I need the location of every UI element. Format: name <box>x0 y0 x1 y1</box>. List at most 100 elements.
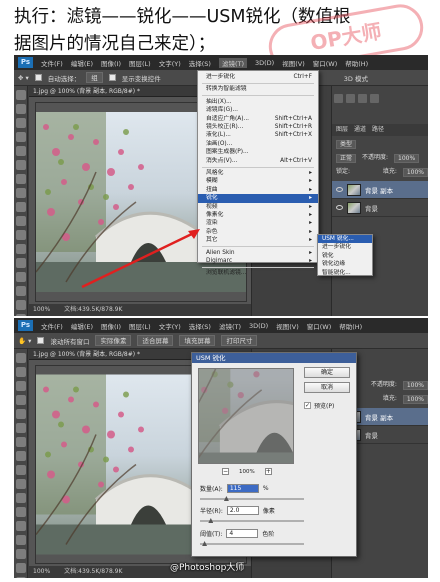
slider-knob[interactable] <box>202 541 208 546</box>
zoom-level[interactable]: 100% <box>33 566 50 578</box>
filter-menu-item[interactable]: 杂色 ▸ <box>198 228 318 236</box>
tool-icon[interactable] <box>15 451 26 461</box>
tool-icon[interactable] <box>15 423 26 433</box>
panel-icon[interactable] <box>334 94 343 103</box>
filter-menu-item[interactable]: 液化(L)... Shift+Ctrl+X <box>198 131 318 139</box>
filter-menu-item[interactable]: 浏览联机滤镜... <box>198 269 318 277</box>
tool-icon[interactable] <box>15 314 26 316</box>
panel-icon[interactable] <box>358 94 367 103</box>
radius-slider[interactable] <box>200 518 304 523</box>
tool-icon[interactable] <box>15 535 26 545</box>
tool-icon[interactable] <box>15 160 26 170</box>
zoom-level[interactable]: 100% <box>33 304 50 316</box>
filter-menu-item[interactable]: 镜头校正(R)... Shift+Ctrl+R <box>198 123 318 131</box>
sharpen-submenu-item[interactable]: 锐化 <box>318 252 372 260</box>
tool-icon[interactable] <box>15 216 26 226</box>
filter-menu-item[interactable]: 滤镜库(G)... <box>198 106 318 114</box>
filter-menu-item[interactable]: Digimarc ▸ <box>198 257 318 265</box>
filter-menu-item[interactable]: 锐化 ▸ <box>198 194 318 203</box>
tab-paths[interactable]: 路径 <box>372 124 384 136</box>
opacity-input[interactable]: 100% <box>402 380 428 390</box>
tool-icon[interactable] <box>15 244 26 254</box>
menu-item[interactable]: 选择(S) <box>189 58 211 68</box>
menu-item[interactable]: 视图(V) <box>276 321 299 331</box>
tool-icon[interactable] <box>15 174 26 184</box>
tool-icon[interactable] <box>15 507 26 517</box>
tool-icon[interactable] <box>15 188 26 198</box>
tool-icon[interactable] <box>15 479 26 489</box>
sharpen-submenu-item[interactable]: 智能锐化... <box>318 269 372 277</box>
dialog-title[interactable]: USM 锐化 <box>192 353 356 363</box>
sharpen-submenu-item[interactable]: 进一步锐化 <box>318 243 372 251</box>
filter-menu-item[interactable]: 其它 ▸ <box>198 236 318 244</box>
filter-menu-item[interactable]: Alien Skin ▸ <box>198 249 318 257</box>
tab-channels[interactable]: 通道 <box>354 124 366 136</box>
filter-menu-item[interactable]: 扭曲 ▸ <box>198 186 318 194</box>
menu-item[interactable]: 编辑(E) <box>71 321 93 331</box>
fill-input[interactable]: 100% <box>402 167 428 177</box>
tool-icon[interactable] <box>15 272 26 282</box>
tool-icon[interactable] <box>15 118 26 128</box>
tool-icon[interactable] <box>15 381 26 391</box>
tool-icon[interactable] <box>15 577 26 578</box>
menu-item[interactable]: 滤镜(T) <box>219 321 241 331</box>
menu-item[interactable]: 帮助(H) <box>339 321 362 331</box>
filter-menu-item[interactable]: 消失点(V)... Alt+Ctrl+V <box>198 157 318 165</box>
scroll-all-checkbox[interactable] <box>37 337 45 344</box>
tool-icon[interactable] <box>15 437 26 447</box>
panel-icon[interactable] <box>370 94 379 103</box>
panel-icon[interactable] <box>346 94 355 103</box>
menu-item[interactable]: 窗口(W) <box>313 58 338 68</box>
filter-menu-item[interactable]: 油画(O)... <box>198 140 318 148</box>
tab-layers[interactable]: 图层 <box>336 124 348 136</box>
tool-icon[interactable] <box>15 563 26 573</box>
tool-icon[interactable] <box>15 395 26 405</box>
tool-icon[interactable] <box>15 409 26 419</box>
opacity-input[interactable]: 100% <box>394 153 420 163</box>
menu-item[interactable]: 视图(V) <box>282 58 305 68</box>
tool-icon[interactable] <box>15 230 26 240</box>
tool-icon[interactable] <box>15 132 26 142</box>
tool-icon[interactable] <box>15 258 26 268</box>
auto-select-dropdown[interactable]: 组 <box>86 72 103 83</box>
fill-screen-button[interactable]: 填充屏幕 <box>179 335 216 346</box>
tool-icon[interactable] <box>15 104 26 114</box>
menu-item[interactable]: 帮助(H) <box>345 58 368 68</box>
menu-item[interactable]: 图像(I) <box>101 321 121 331</box>
sharpen-submenu-item[interactable]: USM 锐化... <box>318 235 372 244</box>
blend-mode-select[interactable]: 正常 <box>336 153 357 163</box>
tool-icon[interactable] <box>15 353 26 363</box>
tool-icon[interactable] <box>15 493 26 503</box>
filter-menu-item[interactable]: 像素化 ▸ <box>198 211 318 219</box>
menu-item[interactable]: 文字(Y) <box>159 58 181 68</box>
filter-menu-item[interactable]: 抽出(X)... <box>198 98 318 106</box>
preview-checkbox[interactable]: ✓ <box>304 402 311 409</box>
fit-screen-button[interactable]: 适合屏幕 <box>137 335 174 346</box>
menu-item[interactable]: 文件(F) <box>41 321 63 331</box>
tool-icon[interactable] <box>15 549 26 559</box>
tool-icon[interactable] <box>15 300 26 310</box>
menu-item[interactable]: 选择(S) <box>189 321 211 331</box>
eye-icon[interactable] <box>336 205 343 210</box>
hand-tool-icon[interactable]: ✋ ▾ <box>18 337 31 345</box>
filter-menu-item[interactable]: 视频 ▸ <box>198 203 318 211</box>
threshold-slider[interactable] <box>200 541 304 546</box>
eye-icon[interactable] <box>336 187 343 192</box>
fill-input[interactable]: 100% <box>402 394 428 404</box>
sharpen-submenu-item[interactable]: 锐化边缘 <box>318 260 372 268</box>
auto-select-checkbox[interactable] <box>34 74 42 81</box>
menu-item[interactable]: 图层(L) <box>129 321 151 331</box>
tool-icon[interactable] <box>15 146 26 156</box>
actual-pixels-button[interactable]: 实际像素 <box>95 335 132 346</box>
tool-icon[interactable] <box>15 367 26 377</box>
tool-icon[interactable] <box>15 202 26 212</box>
slider-knob[interactable] <box>208 518 214 523</box>
filter-menu-item[interactable]: 模糊 ▸ <box>198 177 318 185</box>
menu-item[interactable]: 文件(F) <box>41 58 63 68</box>
filter-menu-item[interactable]: 进一步锐化 Ctrl+F <box>198 73 318 81</box>
amount-input[interactable]: 115 <box>226 484 259 493</box>
tool-icon[interactable] <box>15 90 26 100</box>
dialog-preview-image[interactable] <box>198 368 294 464</box>
layer-row-bg[interactable]: 背景 <box>332 199 428 217</box>
ok-button[interactable]: 确定 <box>304 367 350 378</box>
